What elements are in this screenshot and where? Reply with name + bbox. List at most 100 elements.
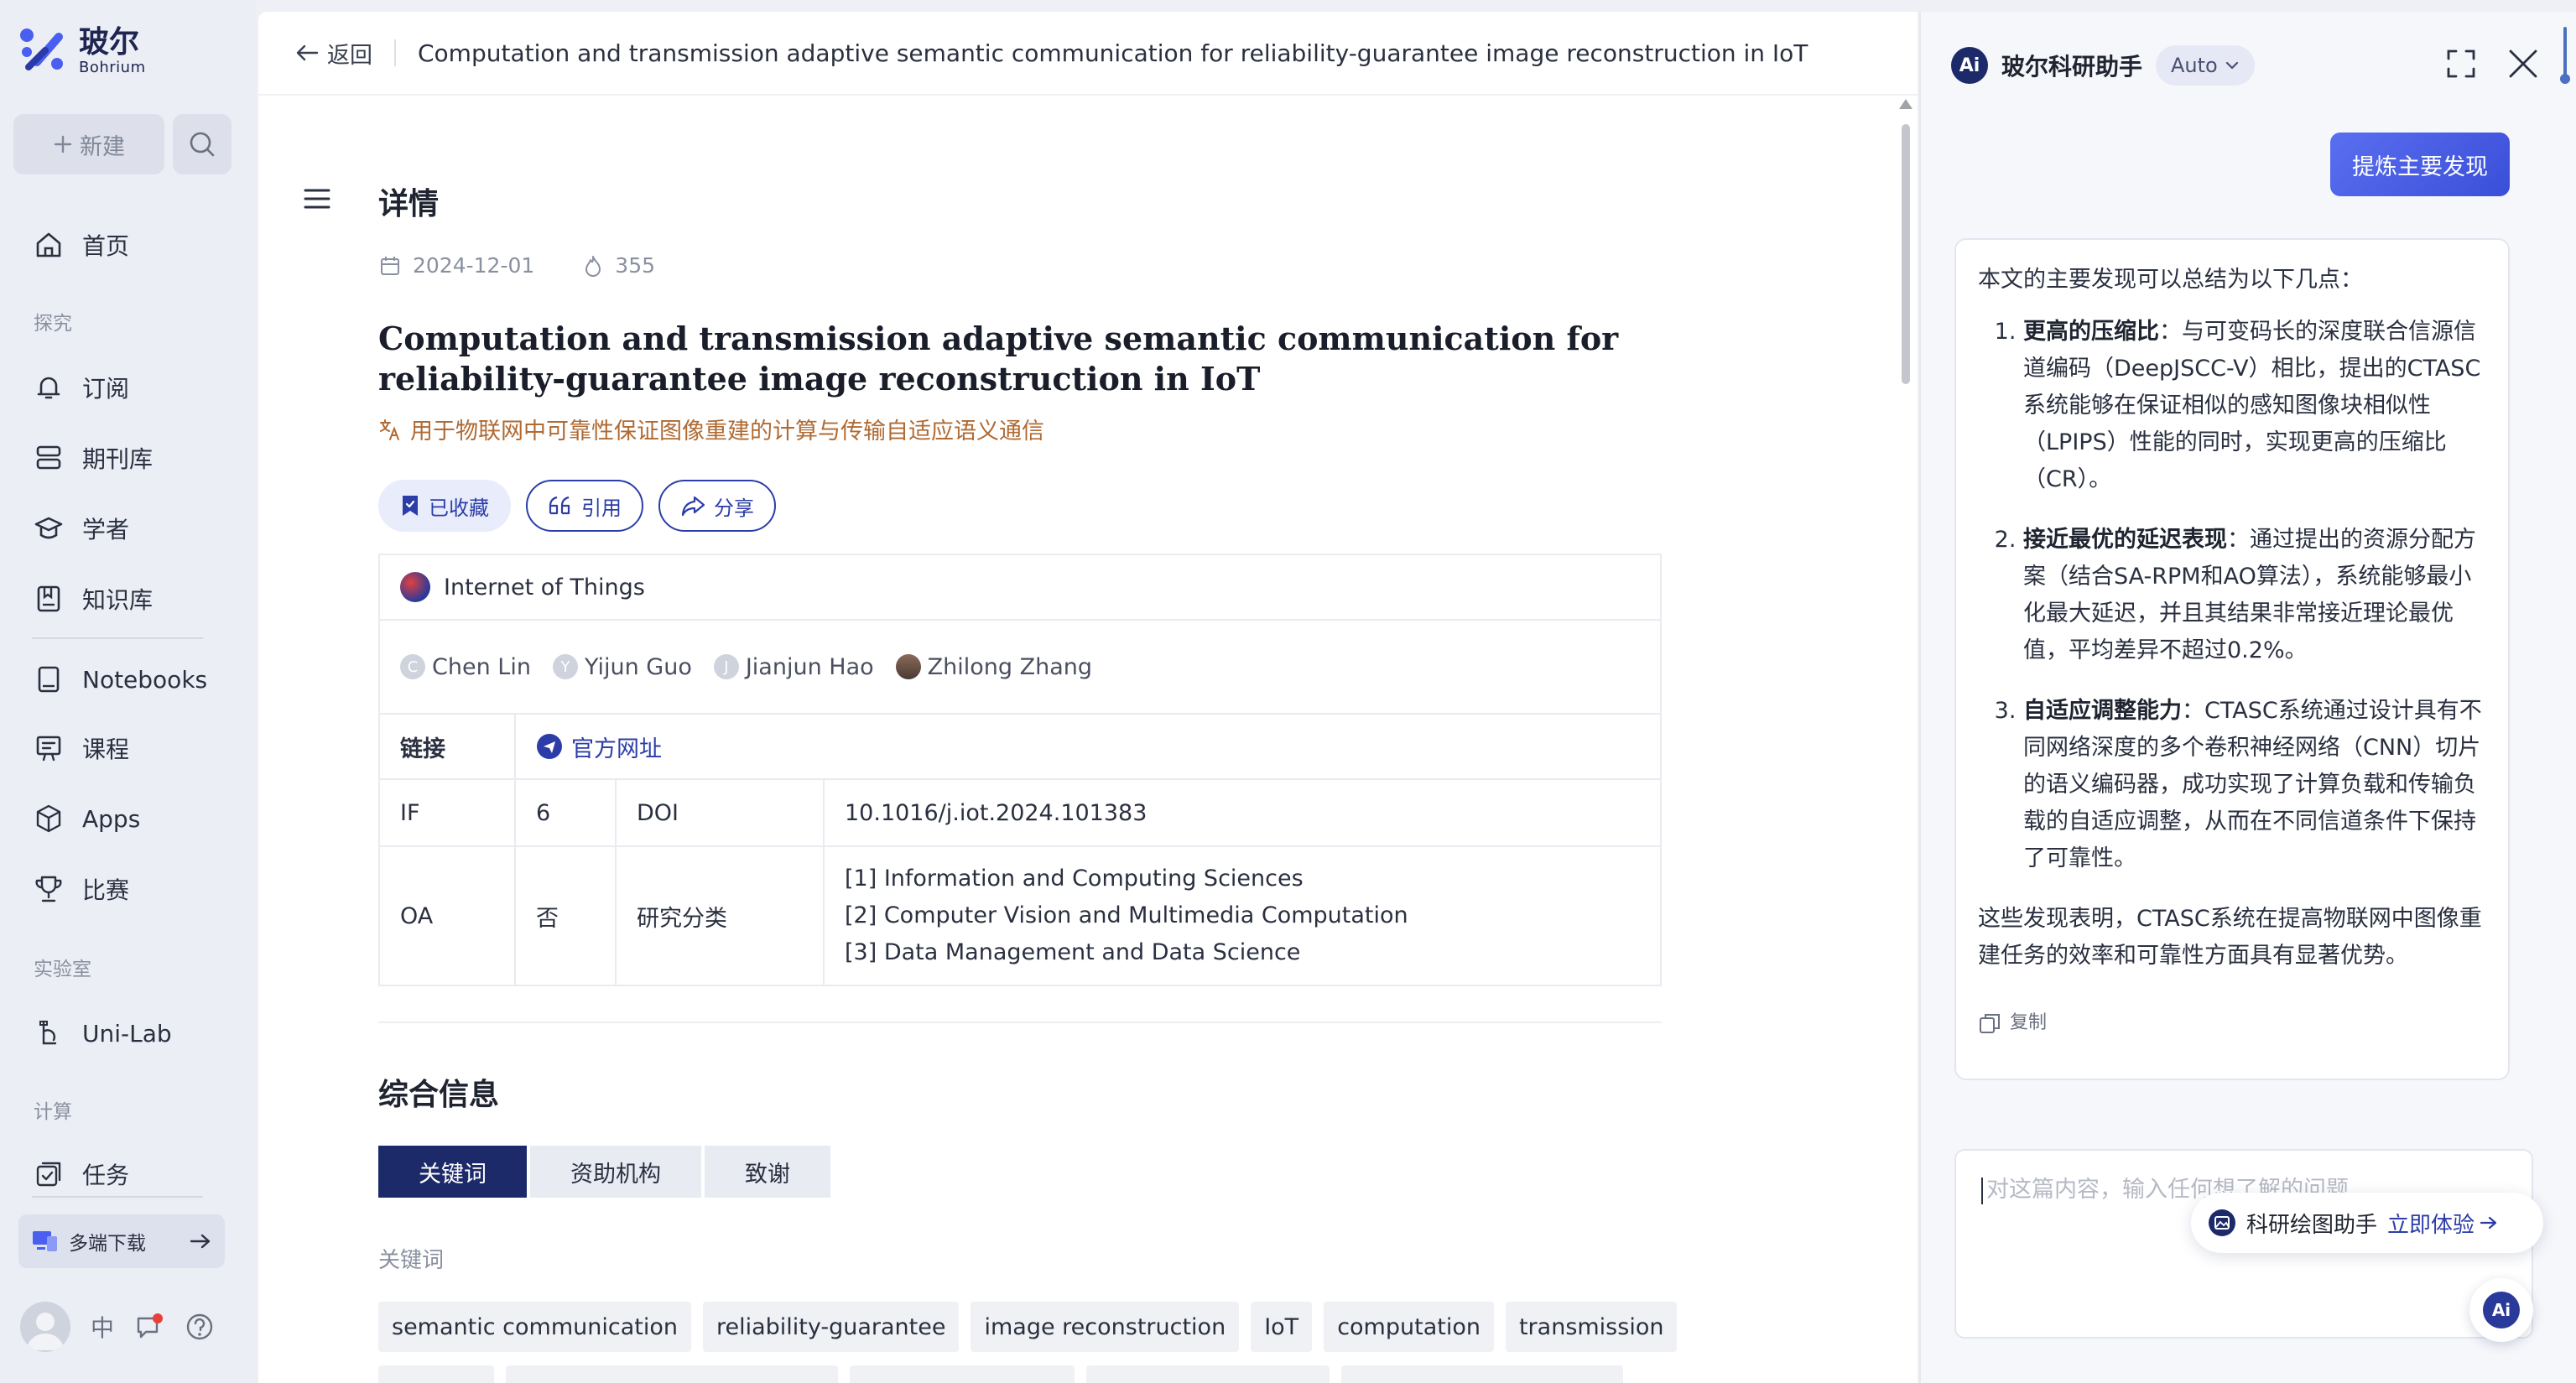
flask-icon (32, 1016, 65, 1050)
saved-button[interactable]: 已收藏 (378, 480, 511, 532)
assistant-logo: Ai (1951, 47, 1988, 84)
try-now-link[interactable]: 立即体验 (2387, 1208, 2498, 1239)
arrow-left-icon (295, 43, 319, 63)
copy-button[interactable]: 复制 (1978, 1005, 2486, 1042)
sidebar-item-label: 首页 (82, 232, 130, 260)
finding-title: 接近最优的延迟表现 (2023, 527, 2227, 553)
keyword-list: semantic communication reliability-guara… (378, 1302, 1687, 1352)
assistant-title: 玻尔科研助手 (2001, 53, 2143, 81)
language-switch[interactable]: 中 (91, 1310, 114, 1344)
scroll-up-arrow[interactable] (1899, 99, 1912, 109)
drawing-assistant-promo[interactable]: 科研绘图助手 立即体验 (2191, 1193, 2543, 1253)
knowledge-base-icon (32, 582, 65, 616)
paper-title-translation: 用于物联网中可靠性保证图像重建的计算与传输自适应语义通信 (378, 413, 1044, 445)
keyword-chip-partial (1341, 1365, 1623, 1383)
official-site-label: 官方网址 (571, 736, 662, 762)
translate-icon (378, 418, 402, 441)
doi-label: DOI (615, 778, 825, 847)
help-icon[interactable] (185, 1312, 215, 1342)
category-label: 研究分类 (615, 845, 825, 986)
sidebar-item-notebooks[interactable]: Notebooks (32, 654, 207, 704)
cube-icon (32, 802, 65, 835)
main-scrollbar[interactable] (1899, 99, 1912, 1374)
share-label: 分享 (714, 496, 754, 520)
overview-tabs: 关键词 资助机构 致谢 (378, 1146, 830, 1198)
graduation-cap-icon (32, 512, 65, 545)
tab-funding[interactable]: 资助机构 (530, 1146, 701, 1198)
oa-label: OA (378, 845, 516, 986)
category-item: [3] Data Management and Data Science (845, 939, 1301, 965)
author[interactable]: Zhilong Zhang (895, 654, 1092, 680)
search-button[interactable] (173, 114, 232, 174)
sidebar-item-label: Uni-Lab (82, 1019, 172, 1048)
sidebar-item-unilab[interactable]: Uni-Lab (32, 1008, 172, 1058)
keyword-chip[interactable]: semantic communication (378, 1302, 691, 1352)
assistant-fab[interactable]: Ai (2469, 1278, 2533, 1342)
cite-button[interactable]: 引用 (526, 480, 643, 532)
course-icon (32, 731, 65, 765)
window-edge-handle[interactable] (2557, 25, 2572, 86)
paper-title: Computation and transmission adaptive se… (378, 320, 1619, 398)
official-site-link[interactable]: 官方网址 (516, 730, 1660, 763)
send-icon (536, 733, 563, 760)
sidebar-item-label: Apps (82, 804, 141, 833)
try-now-label: 立即体验 (2387, 1212, 2475, 1238)
bookmark-check-icon (400, 494, 420, 517)
oa-value: 否 (514, 845, 617, 986)
new-button[interactable]: 新建 (13, 114, 164, 174)
sidebar-item-knowledge[interactable]: 知识库 (32, 574, 153, 624)
sidebar-item-courses[interactable]: 课程 (32, 723, 129, 773)
tasks-icon (32, 1157, 65, 1191)
sidebar: 玻尔 Bohrium 新建 首页 探究 订阅 期刊库 学者 知识库 Notebo… (0, 0, 257, 1383)
ai-assistant-panel: Ai 玻尔科研助手 Auto 提炼主要发现 本文的主要发现可以总结为以下几点： … (1919, 12, 2576, 1383)
sidebar-item-label: 比赛 (82, 876, 130, 904)
paper-detail-pane: 返回 Computation and transmission adaptive… (258, 12, 1918, 1383)
sidebar-item-home[interactable]: 首页 (32, 220, 129, 270)
sidebar-item-scholars[interactable]: 学者 (32, 503, 129, 554)
assistant-fab-logo: Ai (2483, 1292, 2520, 1328)
notebook-icon (32, 663, 65, 696)
download-button[interactable]: 多端下载 (18, 1214, 225, 1268)
keyword-chip[interactable]: reliability-guarantee (702, 1302, 960, 1352)
keyword-chip[interactable]: transmission (1505, 1302, 1678, 1352)
bohrium-logo[interactable]: 玻尔 Bohrium (17, 25, 146, 77)
calendar-icon (379, 255, 401, 277)
fullscreen-icon[interactable] (2444, 47, 2478, 81)
close-icon[interactable] (2505, 45, 2542, 82)
keyword-chip-partial (506, 1365, 838, 1383)
back-button[interactable]: 返回 (295, 37, 372, 70)
sidebar-item-subscribe[interactable]: 订阅 (32, 362, 129, 413)
share-icon (680, 495, 705, 517)
sidebar-item-contests[interactable]: 比赛 (32, 864, 129, 914)
feedback-icon[interactable] (134, 1312, 164, 1342)
answer-intro: 本文的主要发现可以总结为以下几点： (1978, 267, 2363, 293)
divider (394, 39, 396, 66)
sidebar-item-label: 学者 (82, 516, 130, 543)
promo-text: 科研绘图助手 (2246, 1212, 2378, 1238)
journal[interactable]: Internet of Things (400, 572, 1640, 602)
tab-acknowledgements[interactable]: 致谢 (705, 1146, 830, 1198)
author[interactable]: J Jianjun Hao (713, 654, 874, 680)
scroll-thumb[interactable] (1902, 124, 1910, 384)
tab-keywords[interactable]: 关键词 (378, 1146, 527, 1198)
doi-value[interactable]: 10.1016/j.iot.2024.101383 (823, 778, 1662, 847)
author[interactable]: Y Yijun Guo (552, 654, 692, 680)
sidebar-item-tasks[interactable]: 任务 (32, 1149, 129, 1199)
keyword-chip[interactable]: IoT (1251, 1302, 1313, 1352)
arrow-right-icon (190, 1233, 211, 1250)
toc-menu-icon[interactable] (302, 186, 332, 211)
author[interactable]: C Chen Lin (400, 654, 531, 680)
finding-title: 自适应调整能力 (2023, 698, 2182, 724)
sidebar-item-apps[interactable]: Apps (32, 793, 140, 844)
share-button[interactable]: 分享 (658, 480, 776, 532)
publish-date: 2024-12-01 (413, 253, 535, 278)
keyword-chip[interactable]: computation (1324, 1302, 1494, 1352)
journal-logo (400, 572, 430, 602)
mode-select[interactable]: Auto (2156, 45, 2255, 86)
user-avatar[interactable] (20, 1302, 70, 1352)
keyword-chip[interactable]: image reconstruction (971, 1302, 1240, 1352)
top-bar: 返回 Computation and transmission adaptive… (258, 12, 1918, 96)
sidebar-item-journals[interactable]: 期刊库 (32, 433, 153, 483)
section-lab: 实验室 (34, 959, 91, 980)
sidebar-item-label: 知识库 (82, 586, 154, 614)
